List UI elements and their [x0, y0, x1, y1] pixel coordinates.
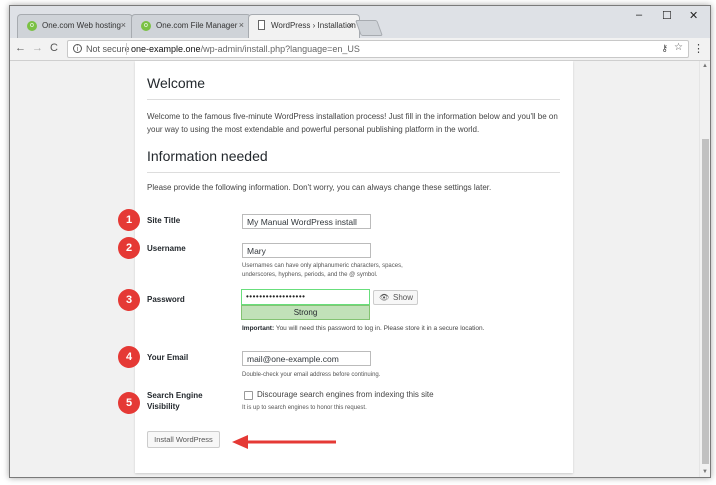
install-form-card: Welcome Welcome to the famous five-minut… — [135, 61, 573, 473]
annotation-badge: 5 — [118, 392, 140, 414]
welcome-heading: Welcome — [147, 75, 206, 91]
password-input[interactable]: •••••••••••••••••• — [241, 289, 370, 305]
info-heading: Information needed — [147, 148, 268, 164]
search-engine-label-line2: Visibility — [147, 402, 180, 411]
browser-toolbar: ← → C i Not secure one-example.one/wp-ad… — [10, 38, 710, 61]
forward-arrow-icon[interactable]: → — [32, 42, 43, 54]
welcome-text: Welcome to the famous five-minute WordPr… — [147, 112, 558, 134]
scrollbar-thumb[interactable] — [702, 139, 709, 464]
email-hint: Double-check your email address before c… — [242, 372, 381, 378]
username-input[interactable]: Mary — [242, 243, 371, 258]
password-strength-meter: Strong — [241, 305, 370, 320]
onecom-favicon-icon: o — [27, 21, 37, 31]
url-text[interactable]: one-example.one/wp-admin/install.php?lan… — [131, 44, 360, 54]
username-hint: Usernames can have only alphanumeric cha… — [242, 263, 403, 278]
reload-icon[interactable]: C — [50, 42, 58, 54]
bookmark-star-icon[interactable]: ☆ — [674, 42, 683, 53]
close-window-button[interactable]: ✕ — [689, 9, 698, 22]
annotation-badge: 3 — [118, 289, 140, 311]
scroll-up-icon[interactable]: ▲ — [702, 63, 708, 69]
info-icon[interactable]: i — [73, 44, 82, 53]
new-tab-button[interactable] — [355, 20, 383, 36]
menu-dots-icon[interactable]: ⋮ — [693, 42, 704, 55]
tab-close-icon[interactable]: × — [239, 20, 244, 30]
browser-window: o One.com Web hosting × o One.com File M… — [9, 5, 711, 478]
search-engine-label: Search Engine — [147, 391, 203, 400]
divider — [126, 43, 127, 55]
tab-close-icon[interactable]: × — [348, 20, 353, 30]
scroll-down-icon[interactable]: ▼ — [702, 469, 708, 475]
url-host: one-example.one — [131, 44, 201, 54]
show-password-button[interactable]: 👁 Show — [373, 290, 418, 305]
email-label: Your Email — [147, 353, 189, 362]
password-important-note: Important: You will need this password t… — [242, 325, 484, 332]
key-icon[interactable]: ⚷ — [661, 43, 668, 54]
discourage-search-checkbox[interactable] — [244, 391, 253, 400]
security-status: Not secure — [86, 44, 130, 54]
username-label: Username — [147, 244, 186, 253]
important-text: You will need this password to log in. P… — [274, 325, 485, 332]
important-label: Important: — [242, 325, 275, 332]
tab-label: One.com File Manager — [156, 21, 238, 30]
tab-wordpress-installation[interactable]: WordPress › Installation × — [248, 14, 360, 39]
maximize-button[interactable]: ☐ — [662, 9, 672, 22]
annotation-badge: 4 — [118, 346, 140, 368]
divider — [147, 99, 560, 100]
password-label: Password — [147, 295, 185, 304]
back-arrow-icon[interactable]: ← — [15, 42, 26, 54]
email-input[interactable]: mail@one-example.com — [242, 351, 371, 366]
install-wordpress-button[interactable]: Install WordPress — [147, 431, 220, 448]
tab-label: WordPress › Installation — [271, 21, 356, 30]
vertical-scrollbar[interactable]: ▲ ▼ — [699, 61, 710, 477]
annotation-badge: 2 — [118, 237, 140, 259]
site-title-input[interactable]: My Manual WordPress install — [242, 214, 371, 229]
page-favicon-icon — [258, 20, 265, 30]
minimize-button[interactable]: – — [636, 9, 642, 21]
info-text: Please provide the following information… — [147, 183, 492, 192]
onecom-favicon-icon: o — [141, 21, 151, 31]
eye-icon: 👁 — [379, 293, 390, 302]
annotation-arrow-icon — [232, 435, 336, 449]
tab-strip: o One.com Web hosting × o One.com File M… — [10, 6, 710, 39]
address-bar[interactable]: i Not secure one-example.one/wp-admin/in… — [67, 40, 689, 58]
show-label: Show — [393, 293, 414, 302]
search-engine-hint: It is up to search engines to honor this… — [242, 405, 367, 411]
annotation-badge: 1 — [118, 209, 140, 231]
tab-onecom-hosting[interactable]: o One.com Web hosting × — [17, 14, 133, 38]
url-path: /wp-admin/install.php?language=en_US — [200, 44, 360, 54]
tab-label: One.com Web hosting — [42, 21, 122, 30]
tab-onecom-file-manager[interactable]: o One.com File Manager × — [131, 14, 251, 38]
tab-close-icon[interactable]: × — [121, 20, 126, 30]
divider — [147, 172, 560, 173]
site-title-label: Site Title — [147, 216, 181, 225]
page-viewport: Welcome Welcome to the famous five-minut… — [10, 61, 699, 477]
discourage-search-label[interactable]: Discourage search engines from indexing … — [257, 390, 434, 399]
